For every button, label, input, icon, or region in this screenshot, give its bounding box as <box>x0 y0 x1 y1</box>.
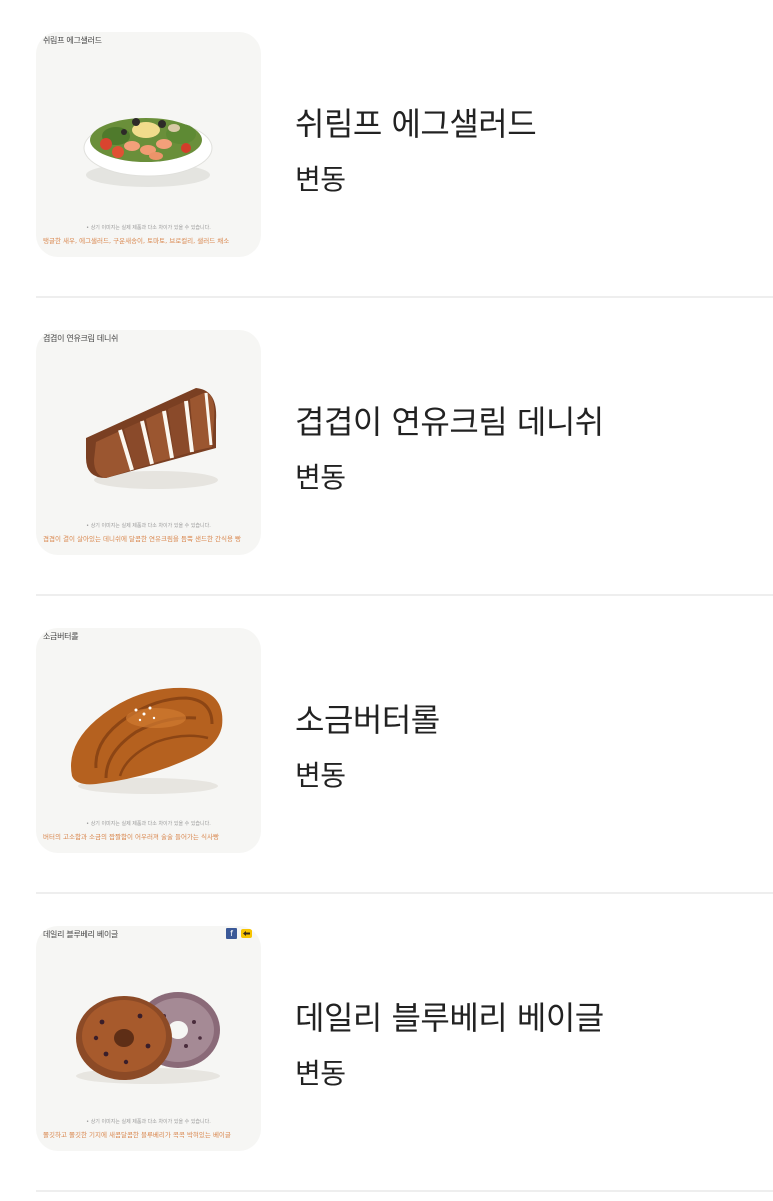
thumb-description: 버터의 고소함과 소금의 짭짤함이 어우러져 술술 들어가는 식사빵 <box>43 833 219 841</box>
product-image[interactable]: 소금버터롤 • 상기 이미지는 실제 제품과 다소 차이가 있을 수 있습니다.… <box>36 628 261 853</box>
thumb-description: 겹겹이 결이 살아있는 데니쉬에 달콤한 연유크림을 듬뿍 샌드한 간식용 빵 <box>43 535 241 543</box>
product-name[interactable]: 겹겹이 연유크림 데니쉬 <box>295 397 604 443</box>
facebook-icon[interactable]: f <box>226 928 237 939</box>
thumb-note: • 상기 이미지는 실제 제품과 다소 차이가 있을 수 있습니다. <box>86 1119 211 1125</box>
product-card[interactable]: 소금버터롤 • 상기 이미지는 실제 제품과 다소 차이가 있을 수 있습니다.… <box>36 596 773 894</box>
thumb-title: 데일리 블루베리 베이글 <box>43 930 119 939</box>
product-price: 변동 <box>295 759 346 792</box>
thumb-title: 쉬림프 에그샐러드 <box>43 36 102 45</box>
thumb-title: 소금버터롤 <box>43 632 79 641</box>
product-card[interactable]: 겹겹이 연유크림 데니쉬 • 상기 이미지는 실제 제품과 다소 차이가 있을 … <box>36 298 773 596</box>
thumb-note: • 상기 이미지는 실제 제품과 다소 차이가 있을 수 있습니다. <box>86 821 211 827</box>
product-price: 변동 <box>295 163 346 196</box>
product-card[interactable]: 쉬림프 에그샐러드 • 상기 이미지는 실제 제품과 다소 차이가 있을 수 있… <box>36 0 773 298</box>
divider <box>36 1190 773 1192</box>
product-name[interactable]: 소금버터롤 <box>295 695 440 741</box>
thumb-note: • 상기 이미지는 실제 제품과 다소 차이가 있을 수 있습니다. <box>86 523 211 529</box>
product-price: 변동 <box>295 461 346 494</box>
thumb-note: • 상기 이미지는 실제 제품과 다소 차이가 있을 수 있습니다. <box>86 225 211 231</box>
product-price: 변동 <box>295 1057 346 1090</box>
kakaostory-icon[interactable] <box>241 929 252 938</box>
thumb-title: 겹겹이 연유크림 데니쉬 <box>43 334 119 343</box>
product-card[interactable]: 데일리 블루베리 베이글 f • 상기 이미지는 실제 제품과 다소 차이가 있… <box>36 894 773 1192</box>
product-image[interactable]: 겹겹이 연유크림 데니쉬 • 상기 이미지는 실제 제품과 다소 차이가 있을 … <box>36 330 261 555</box>
product-name[interactable]: 데일리 블루베리 베이글 <box>295 993 604 1039</box>
product-list: 쉬림프 에그샐러드 • 상기 이미지는 실제 제품과 다소 차이가 있을 수 있… <box>0 0 773 1201</box>
thumb-description: 쫄깃하고 쫄깃한 기지에 새콤달콤한 블루베리가 콕콕 박혀있는 베이글 <box>43 1131 231 1139</box>
product-image[interactable]: 데일리 블루베리 베이글 f • 상기 이미지는 실제 제품과 다소 차이가 있… <box>36 926 261 1151</box>
product-name[interactable]: 쉬림프 에그샐러드 <box>295 99 537 145</box>
product-image[interactable]: 쉬림프 에그샐러드 • 상기 이미지는 실제 제품과 다소 차이가 있을 수 있… <box>36 32 261 257</box>
thumb-description: 탱글한 새우, 에그샐러드, 구운새송이, 토마토, 브로컬리, 샐러드 채소 <box>43 237 230 245</box>
